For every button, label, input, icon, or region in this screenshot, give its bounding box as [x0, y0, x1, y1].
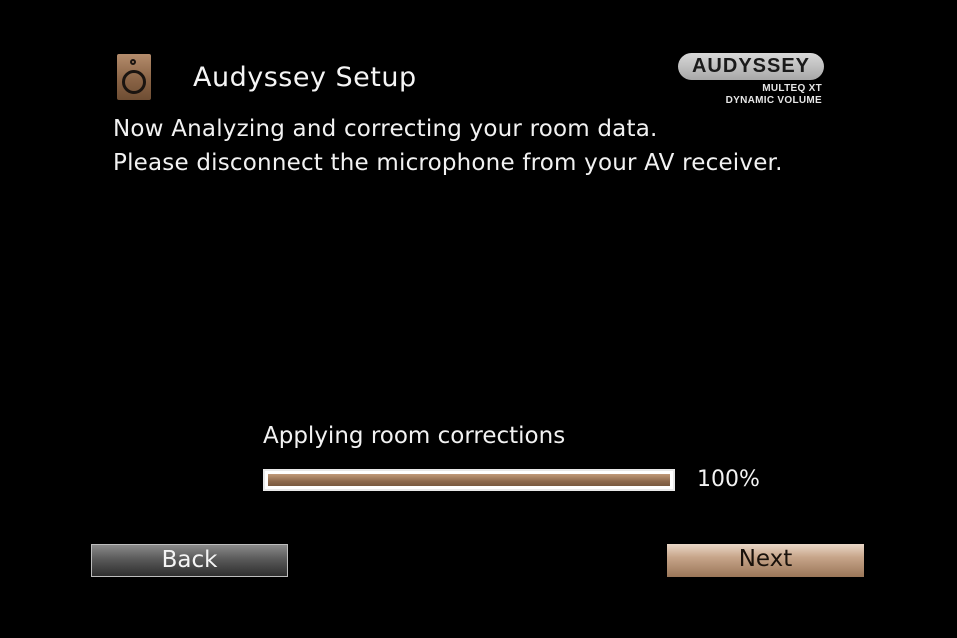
instruction-message: Please disconnect the microphone from yo… — [113, 150, 783, 176]
audyssey-logo-line2: DYNAMIC VOLUME — [725, 95, 822, 106]
audyssey-logo: AUDYSSEY MULTEQ XT DYNAMIC VOLUME — [678, 53, 824, 109]
progress-percent: 100% — [697, 467, 760, 492]
next-button[interactable]: Next — [667, 544, 864, 577]
page-title: Audyssey Setup — [193, 62, 417, 93]
speaker-woofer — [122, 70, 146, 94]
speaker-icon — [117, 54, 151, 100]
status-message: Now Analyzing and correcting your room d… — [113, 116, 658, 142]
back-button[interactable]: Back — [91, 544, 288, 577]
audyssey-setup-screen: Audyssey Setup AUDYSSEY MULTEQ XT DYNAMI… — [0, 0, 957, 638]
audyssey-logo-brand: AUDYSSEY — [678, 53, 824, 80]
progress-bar — [263, 469, 675, 491]
progress-bar-fill — [268, 474, 670, 486]
speaker-tweeter — [130, 59, 136, 65]
audyssey-logo-line1: MULTEQ XT — [762, 83, 822, 94]
progress-label: Applying room corrections — [263, 423, 566, 449]
